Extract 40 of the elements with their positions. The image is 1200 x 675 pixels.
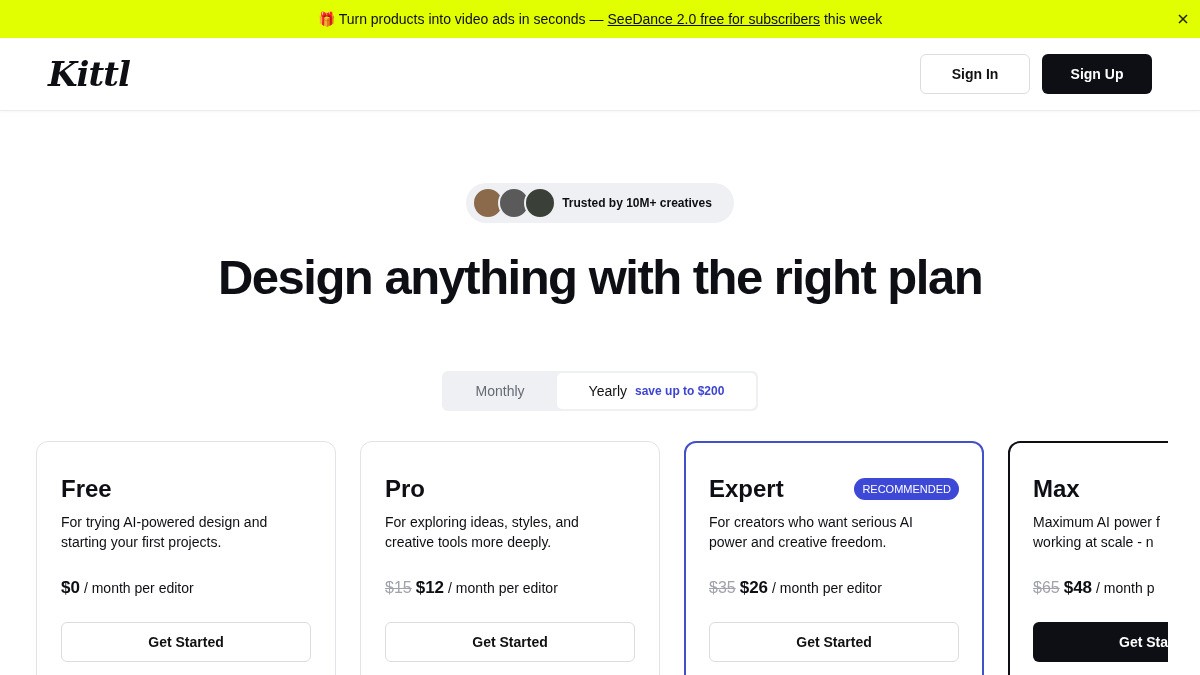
old-price: $35 (709, 579, 736, 597)
plan-name: Pro (385, 475, 425, 503)
price: $26 (739, 578, 769, 598)
get-started-button[interactable]: Get Started (61, 622, 311, 662)
promo-link[interactable]: SeeDance 2.0 free for subscribers (607, 11, 820, 27)
plan-name: Expert (709, 475, 784, 503)
billing-option[interactable]: Yearly save up to $200 (556, 373, 757, 409)
banner-text: this week (823, 11, 883, 27)
price-unit: / month per editor (83, 580, 194, 596)
price-unit: / month per editor (448, 580, 558, 596)
plan-description: Maximum AI power f (1033, 513, 1160, 532)
old-price: $65 (1033, 579, 1060, 597)
recommended-badge: RECOMMENDED (854, 478, 959, 500)
close-icon[interactable] (1178, 14, 1188, 24)
plan-description: For creators who want serious AI (709, 513, 913, 532)
price-unit: / month p (1096, 580, 1155, 596)
plan-description: power and creative freedom. (709, 533, 887, 552)
get-started-button[interactable]: Get Started (385, 622, 635, 662)
auth-button[interactable]: Sign In (920, 54, 1030, 94)
page-heading: Design anything with the right plan (217, 249, 983, 306)
banner-text: Turn products into video ads in seconds — (338, 11, 604, 27)
get-started-button[interactable]: Get Started (709, 622, 959, 662)
price: $0 (61, 578, 80, 598)
billing-option[interactable]: Monthly (443, 373, 557, 409)
plan-description: starting your first projects. (61, 533, 222, 552)
trust-text: Trusted by 10M+ creatives (562, 196, 712, 210)
plan-description: creative tools more deeply. (385, 533, 552, 552)
price: $12 (415, 578, 445, 598)
plan-description: working at scale - n (1033, 533, 1154, 552)
auth-button[interactable]: Sign Up (1042, 54, 1152, 94)
old-price: $15 (385, 579, 412, 597)
plan-description: For exploring ideas, styles, and (385, 513, 579, 532)
plan-description: For trying AI-powered design and (61, 513, 268, 532)
logo[interactable]: Kittl (48, 54, 130, 94)
plan-name: Free (61, 475, 112, 503)
price: $48 (1063, 578, 1093, 598)
get-started-button[interactable]: Get Sta (1033, 622, 1168, 662)
plan-name: Max (1033, 475, 1080, 503)
gift-icon: 🎁 (317, 11, 335, 27)
price-unit: / month per editor (772, 580, 882, 596)
